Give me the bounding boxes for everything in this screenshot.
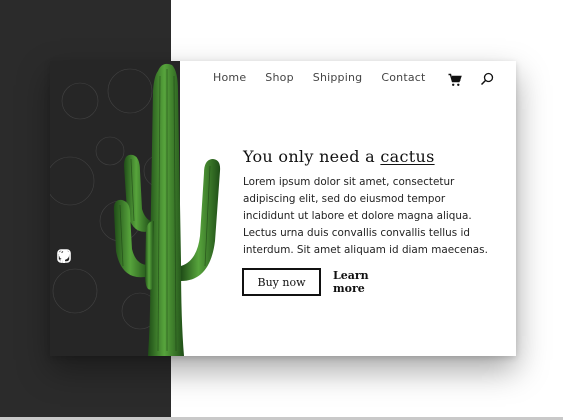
hero-card: Home Shop Shipping Contact You only need… bbox=[50, 61, 516, 356]
pinterest-icon[interactable] bbox=[57, 250, 71, 313]
top-navigation: Home Shop Shipping Contact bbox=[213, 71, 445, 84]
hero-headline: You only need a cactus bbox=[243, 147, 435, 166]
nav-shop[interactable]: Shop bbox=[265, 71, 293, 84]
search-icon[interactable] bbox=[480, 71, 494, 86]
nav-home[interactable]: Home bbox=[213, 71, 246, 84]
hero-description: Lorem ipsum dolor sit amet, consectetur … bbox=[243, 176, 488, 256]
social-links bbox=[57, 249, 71, 338]
cactus-image bbox=[50, 61, 238, 356]
shopping-cart-icon[interactable] bbox=[448, 72, 462, 86]
cactus-illustration bbox=[50, 61, 238, 356]
buy-now-button[interactable]: Buy now bbox=[242, 268, 321, 296]
learn-more-link[interactable]: Learn more bbox=[333, 268, 403, 296]
headline-accent-link: cactus bbox=[380, 147, 435, 166]
headline-prefix: You only need a bbox=[243, 147, 375, 166]
twitter-icon[interactable] bbox=[57, 251, 71, 338]
nav-contact[interactable]: Contact bbox=[381, 71, 425, 84]
instagram-icon[interactable] bbox=[57, 249, 71, 288]
nav-shipping[interactable]: Shipping bbox=[313, 71, 363, 84]
